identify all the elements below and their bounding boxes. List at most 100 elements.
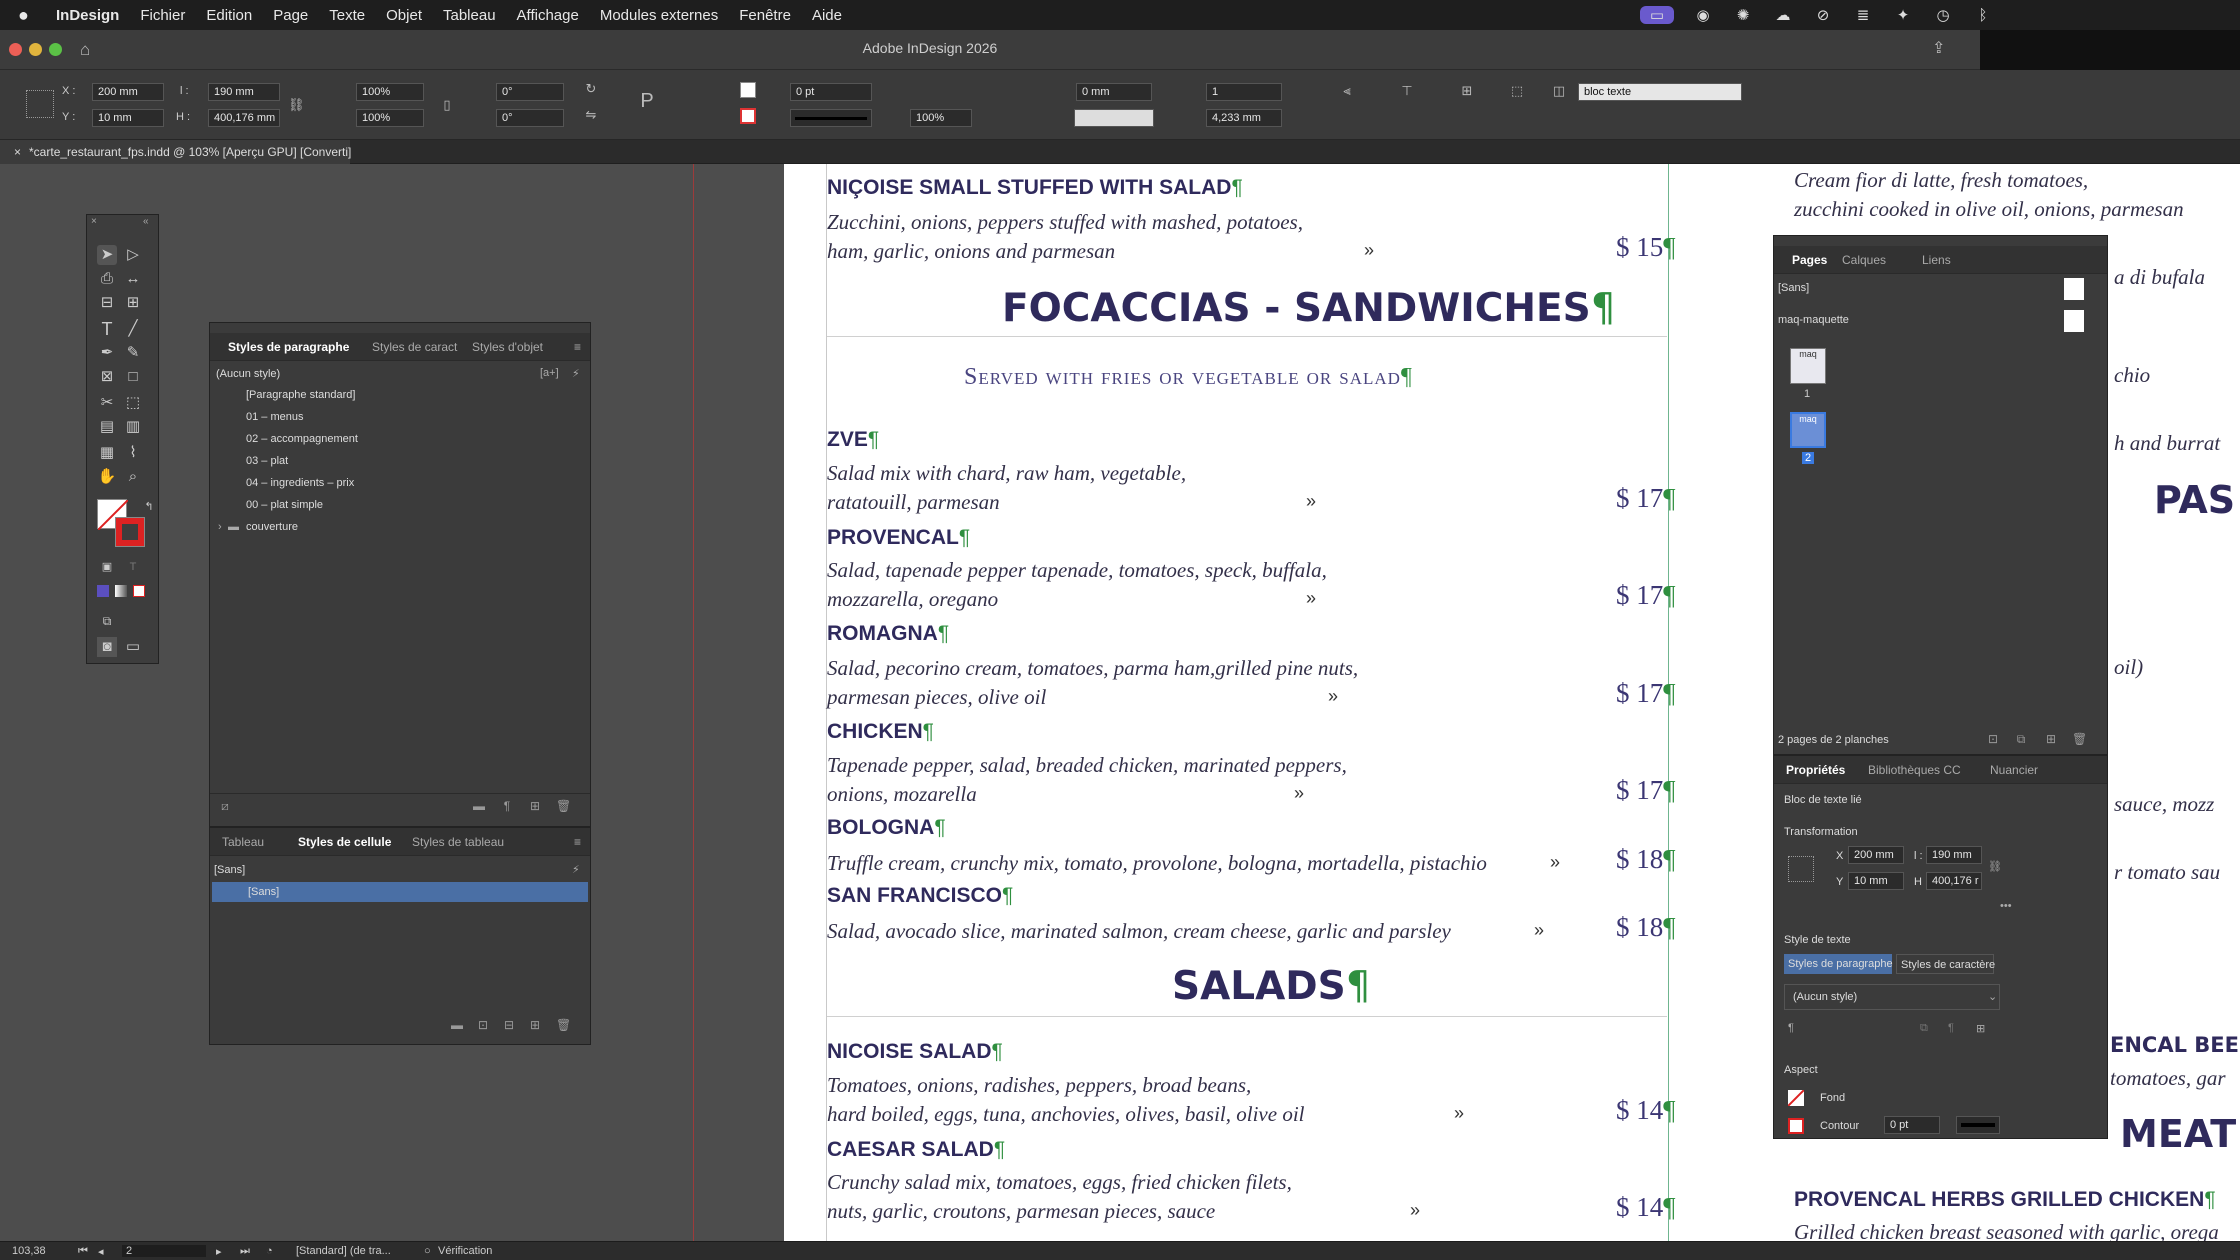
folder-new-icon[interactable]: ▬ bbox=[472, 799, 486, 813]
close-tab-icon[interactable]: × bbox=[14, 145, 21, 159]
dish-price[interactable]: $ 14¶ bbox=[1616, 1095, 1675, 1126]
width-field[interactable]: 190 mm bbox=[208, 83, 280, 101]
dish-description[interactable]: Crunchy salad mix, tomatoes, eggs, fried… bbox=[827, 1170, 1292, 1195]
dish-description[interactable]: ratatouill, parmesan bbox=[827, 490, 1000, 515]
tab-paragraph-styles[interactable]: Styles de paragraphe bbox=[228, 333, 349, 361]
redefine-style-icon[interactable]: ¶ bbox=[1948, 1022, 1954, 1034]
stroke-swatch[interactable] bbox=[1788, 1118, 1804, 1134]
note-tool-icon[interactable]: ▦ bbox=[97, 443, 117, 463]
page-field[interactable]: 2 bbox=[122, 1245, 206, 1257]
pen-tool-icon[interactable]: ✒ bbox=[97, 343, 117, 363]
style-item[interactable]: 02 – accompagnement bbox=[246, 433, 358, 445]
rotate-cw-icon[interactable]: ↻ bbox=[584, 82, 598, 96]
delete-icon[interactable]: 🗑 bbox=[556, 799, 571, 813]
dish-description[interactable]: parmesan pieces, olive oil bbox=[827, 685, 1046, 710]
content-collector-icon[interactable]: ⊟ bbox=[97, 293, 117, 313]
master-none[interactable]: [Sans] bbox=[1778, 282, 1809, 294]
x-field[interactable]: 200 mm bbox=[1848, 846, 1904, 864]
scissors-tool-icon[interactable]: ✂ bbox=[97, 393, 117, 413]
clock-icon[interactable]: ◷ bbox=[1932, 6, 1954, 24]
p-icon[interactable]: P bbox=[640, 91, 654, 111]
y-field[interactable]: 10 mm bbox=[92, 109, 164, 127]
sparkle-icon[interactable]: ✦ bbox=[1892, 6, 1914, 24]
style-item[interactable]: 04 – ingredients – prix bbox=[246, 477, 354, 489]
stroke-box[interactable] bbox=[115, 517, 145, 547]
menu-edition[interactable]: Edition bbox=[206, 7, 252, 24]
tab-cell-styles[interactable]: Styles de cellule bbox=[298, 828, 391, 856]
align-center-icon[interactable]: ⊞ bbox=[1460, 84, 1474, 98]
style-group[interactable]: couverture bbox=[246, 521, 298, 533]
type-tool-icon[interactable]: T bbox=[97, 319, 117, 339]
x-field[interactable]: 200 mm bbox=[92, 83, 164, 101]
reference-point-icon[interactable] bbox=[26, 90, 54, 118]
tab-links[interactable]: Liens bbox=[1922, 246, 1951, 274]
section-heading[interactable]: SALADS¶ bbox=[1172, 964, 1371, 1009]
apply-color-icon[interactable] bbox=[97, 585, 109, 597]
dish-title[interactable]: BOLOGNA¶ bbox=[827, 816, 946, 840]
quick-apply-icon[interactable]: ⚡ bbox=[572, 367, 580, 380]
inset-spacing-field[interactable]: 0 mm bbox=[1076, 83, 1152, 101]
style-item[interactable]: 00 – plat simple bbox=[246, 499, 323, 511]
dish-title[interactable]: ROMAGNA¶ bbox=[827, 622, 949, 646]
right-column-text[interactable]: a di bufala bbox=[2114, 265, 2205, 290]
delete-page-icon[interactable]: 🗑 bbox=[2072, 732, 2087, 746]
character-styles-button[interactable]: Styles de caractère bbox=[1896, 954, 1995, 974]
style-select[interactable]: (Aucun style) bbox=[1784, 984, 2000, 1010]
panel-menu-icon[interactable]: ≡ bbox=[574, 333, 581, 361]
normal-view-icon[interactable]: ◙ bbox=[97, 637, 117, 657]
dish-price[interactable]: $ 17¶ bbox=[1616, 678, 1675, 709]
rectangle-tool-icon[interactable]: □ bbox=[123, 367, 143, 387]
menu-texte[interactable]: Texte bbox=[329, 7, 365, 24]
apply-style-icon[interactable]: ◫ bbox=[1552, 84, 1566, 98]
dish-description[interactable]: ham, garlic, onions and parmesan bbox=[827, 239, 1115, 264]
new-style-icon[interactable]: ⊞ bbox=[1976, 1022, 1985, 1035]
gutter-field[interactable]: 4,233 mm bbox=[1206, 109, 1282, 127]
right-section-heading[interactable]: MEAT bbox=[2120, 1112, 2236, 1156]
master-item[interactable]: maq-maquette bbox=[1778, 314, 1849, 326]
formatting-text-icon[interactable]: T bbox=[123, 557, 143, 577]
control-center-icon[interactable]: ≣ bbox=[1852, 6, 1874, 24]
sync-icon[interactable]: ◔ bbox=[266, 1245, 273, 1257]
height-field[interactable]: 400,176 mm bbox=[208, 109, 280, 127]
zoom-tool-icon[interactable]: ⌕ bbox=[123, 467, 143, 487]
direct-selection-tool-icon[interactable]: ▷ bbox=[123, 245, 143, 265]
tab-swatches[interactable]: Nuancier bbox=[1990, 756, 2038, 784]
dish-price[interactable]: $ 17¶ bbox=[1616, 775, 1675, 806]
edit-frame-icon[interactable]: ⧉ bbox=[97, 611, 117, 631]
flip-h-icon[interactable]: ⇋ bbox=[584, 108, 598, 122]
panel-menu-icon[interactable]: ≡ bbox=[574, 828, 581, 856]
page-thumbnail-2[interactable]: maq bbox=[1790, 412, 1826, 448]
align-left-icon[interactable]: ⫷ bbox=[1340, 84, 1354, 98]
text-frame-swatch[interactable] bbox=[1074, 109, 1154, 127]
tab-table-styles[interactable]: Styles de tableau bbox=[412, 828, 504, 856]
gradient-feather-icon[interactable]: ▥ bbox=[123, 417, 143, 437]
clear-overrides-icon[interactable]: ⧉ bbox=[1920, 1022, 1928, 1035]
pencil-tool-icon[interactable]: ✎ bbox=[123, 343, 143, 363]
scale-x-field[interactable]: 100% bbox=[356, 83, 424, 101]
selection-tool-icon[interactable]: ➤ bbox=[97, 245, 117, 265]
previous-page-icon[interactable]: ◂ bbox=[98, 1245, 104, 1258]
delete-icon[interactable]: 🗑 bbox=[556, 1018, 571, 1032]
bluetooth-icon[interactable]: ᛒ bbox=[1972, 6, 1994, 24]
apply-none-icon[interactable] bbox=[133, 585, 145, 597]
menu-indesign[interactable]: InDesign bbox=[56, 7, 119, 24]
next-page-icon[interactable]: ▸ bbox=[216, 1245, 222, 1258]
right-column-text[interactable]: zucchini cooked in olive oil, onions, pa… bbox=[1794, 197, 2184, 222]
right-column-text[interactable]: r tomato sau bbox=[2114, 860, 2220, 885]
dish-title[interactable]: CAESAR SALAD¶ bbox=[827, 1138, 1005, 1162]
menu-fichier[interactable]: Fichier bbox=[140, 7, 185, 24]
edit-page-icon[interactable]: ⧉ bbox=[2014, 732, 2028, 746]
stroke-swatch[interactable] bbox=[740, 108, 756, 124]
right-column-text[interactable]: h and burrat bbox=[2114, 431, 2220, 456]
dish-title[interactable]: ZVE¶ bbox=[827, 428, 879, 452]
page-size-icon[interactable]: ⊡ bbox=[1986, 732, 2000, 746]
dish-description[interactable]: Zucchini, onions, peppers stuffed with m… bbox=[827, 210, 1303, 235]
dish-price[interactable]: $ 17¶ bbox=[1616, 580, 1675, 611]
style-item[interactable]: [Sans] bbox=[212, 882, 588, 902]
dish-description[interactable]: Tapenade pepper, salad, breaded chicken,… bbox=[827, 753, 1347, 778]
paragraph-styles-button[interactable]: Styles de paragraphe bbox=[1784, 954, 1893, 974]
dish-title[interactable]: NICOISE SALAD¶ bbox=[827, 1040, 1003, 1064]
right-column-text[interactable]: sauce, mozz bbox=[2114, 792, 2214, 817]
rectangle-frame-tool-icon[interactable]: ⊠ bbox=[97, 367, 117, 387]
menu-tableau[interactable]: Tableau bbox=[443, 7, 496, 24]
